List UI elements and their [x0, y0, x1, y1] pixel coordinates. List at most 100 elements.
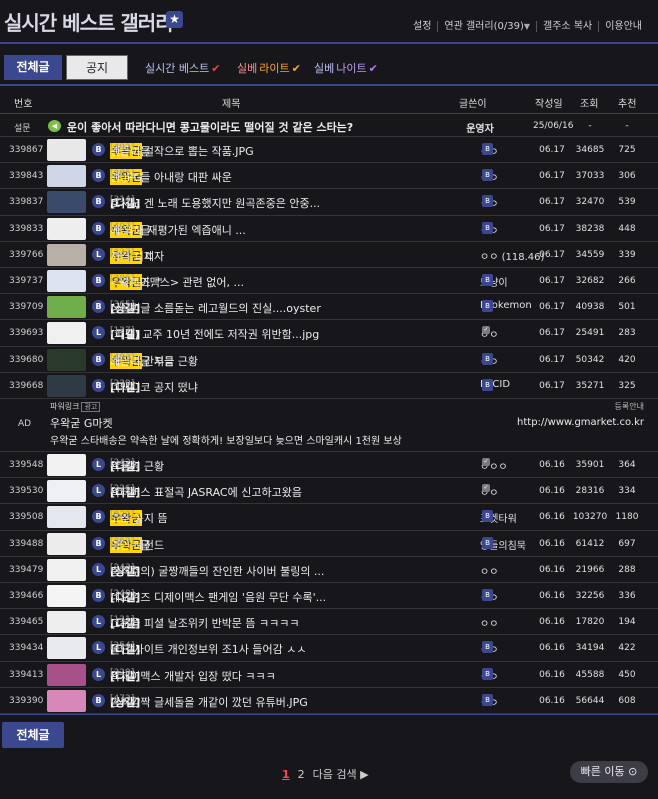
post-type-icon: B [92, 221, 105, 235]
post-thumbnail[interactable] [47, 663, 86, 686]
post-views: 28316 [575, 486, 605, 497]
comment-count[interactable]: [473] [110, 694, 134, 704]
table-row[interactable]: 339530 L [디갤] 왁타버스 표절곡 JASRAC에 신고하고왔음 [226… [0, 478, 658, 505]
table-row[interactable]: 339693 L [디갤] (파묘) 교주 10년 전에도 저작권 위반함...jp… [0, 320, 658, 347]
post-thumbnail[interactable] [47, 689, 86, 712]
post-thumbnail[interactable] [47, 296, 86, 319]
ad-row[interactable]: AD 파워링크 광고 등록안내 우왁굳 G마켓 http://www.gmarke… [0, 397, 658, 452]
filter-best-night[interactable]: 실베 나이트 ✔ [314, 60, 378, 76]
guide-link[interactable]: 이용안내 [598, 21, 648, 32]
comment-count[interactable]: [386] [110, 274, 134, 284]
post-thumbnail[interactable] [47, 139, 86, 161]
table-row[interactable]: 339434 L [디갤] 굴단 사이트 개인정보위 조1사 들어감 ㅅㅅ [254… [0, 635, 658, 662]
post-rec: 450 [618, 669, 636, 680]
writer-badge-icon: B [482, 274, 493, 286]
table-row[interactable]: 339465 L [디갤] 그분들 피셜 날조위키 반박문 뜸 ㅋㅋㅋㅋ [131]… [0, 609, 658, 636]
post-thumbnail[interactable] [47, 322, 86, 345]
comment-count[interactable]: [131] [110, 615, 134, 625]
post-views: 103270 [572, 512, 608, 523]
post-thumbnail[interactable] [47, 480, 86, 503]
comment-count[interactable]: [314] [110, 195, 134, 205]
post-num: 339548 [9, 460, 44, 470]
post-thumbnail[interactable] [47, 348, 86, 371]
post-thumbnail[interactable] [47, 532, 86, 555]
comment-count[interactable]: [237] [110, 248, 134, 258]
comment-count[interactable]: [242] [110, 458, 134, 468]
comment-count[interactable]: [492] [110, 143, 134, 153]
comment-count[interactable]: [127] [110, 326, 134, 336]
col-views: 조회 [580, 99, 599, 110]
post-thumbnail[interactable] [47, 243, 86, 266]
comment-count[interactable]: [367] [110, 537, 134, 547]
table-row[interactable]: 339466 B [디갤] 네오위즈 디제이맥스 팬게임 '음원 무단 수록'...… [0, 583, 658, 610]
post-type-icon: B [92, 300, 105, 314]
table-row[interactable]: 339390 B [상갤] 깜짝깜짝 글세돌을 개같이 깠던 유튜버.JPG [47… [0, 688, 658, 714]
comment-count[interactable]: [285] [110, 169, 134, 179]
post-thumbnail[interactable] [47, 454, 86, 476]
post-thumbnail[interactable] [47, 558, 86, 581]
post-type-icon: L [92, 615, 105, 629]
table-row[interactable]: 339668 B [디갤] 디맥디코 공지 떴냐 [239] LUCID B 06.17 3… [0, 373, 658, 399]
post-views: 34194 [575, 643, 605, 654]
tab-all-posts[interactable]: 전체글 [4, 55, 62, 80]
table-row[interactable]: 339680B[상갤] 싱글벙글 지금 우왁굳 패밀리 간부들 근황 [483]… [0, 347, 658, 373]
table-row[interactable]: 339709 B [상갤] 싱글벙글 소름돋는 레고월드의 진실....oyster… [0, 294, 658, 321]
post-date: 06.17 [539, 380, 565, 391]
table-row[interactable]: 339479 L [상갤] 충격주의) 굴짱깨들의 잔인한 사이버 불링의 ... … [0, 557, 658, 583]
check-icon: ✔ [291, 61, 301, 75]
table-row[interactable]: 339837 B [디갤] 호시노 겐 노래 도용했지만 원곡존중은 안중... [… [0, 189, 658, 216]
writer-badge-icon: B [482, 352, 493, 365]
all-posts-button[interactable]: 전체글 [2, 722, 64, 748]
post-date: 06.17 [539, 249, 565, 260]
comment-count[interactable]: [365] [110, 300, 134, 310]
comment-count[interactable]: [239] [110, 379, 134, 389]
post-type-icon: B [92, 510, 105, 524]
post-thumbnail[interactable] [47, 191, 86, 214]
next-search-link[interactable]: 다음 검색 ▶ [313, 766, 369, 782]
ad-url[interactable]: http://www.gmarket.co.kr [517, 417, 644, 428]
table-row[interactable]: 339766L[치갤] 케인 어제자 우왁굳 저격 ㄷㄷ [237]ㅇㅇ (11… [0, 242, 658, 268]
post-thumbnail[interactable] [47, 585, 86, 607]
table-row[interactable]: 339508B[디갤] 우왁굳 고소 공지 뜸 [829]포켓타워B06.161… [0, 504, 658, 531]
post-thumbnail[interactable] [47, 217, 86, 240]
related-gallery-link[interactable]: 연관 갤러리(0/39)▼ [437, 21, 536, 32]
notice-title[interactable]: 운이 좋아서 따라다니면 콩고물이라도 떨어질 것 같은 스타는? [67, 119, 353, 135]
tab-notice[interactable]: 공지 [66, 55, 128, 80]
table-row[interactable]: 339867B[상갤] 와들와들 우왁굳팬들이 걸작으로 뽑는 작품.JPG [… [0, 137, 658, 164]
table-row[interactable]: 339548 L [디갤] 왁물원 근황 [242] ㅇㅇㅇ ✓ 06.16 35901 36… [0, 452, 658, 479]
comment-count[interactable]: [483] [110, 353, 134, 363]
ad-info-link[interactable]: 등록안내 [615, 401, 644, 412]
page-title[interactable]: 실시간 베스트 갤러리 [4, 7, 174, 36]
page-2[interactable]: 2 [298, 768, 305, 781]
table-row[interactable]: 339413L[디갤] 왁제이맥스 개발자 입장 떴다 ㅋㅋㅋ [329]ㅇㅇB… [0, 662, 658, 688]
comment-count[interactable]: [329] [110, 668, 134, 678]
page-1[interactable]: 1 [282, 768, 290, 781]
comment-count[interactable]: [226] [110, 484, 134, 494]
post-views: 21966 [575, 564, 605, 575]
quick-move-button[interactable]: 빠른 이동 ⊙ [570, 761, 648, 783]
post-thumbnail[interactable] [47, 374, 86, 397]
ad-headline[interactable]: 우왁굳 G마켓 [50, 415, 113, 431]
copy-address-link[interactable]: 갤주소 복사 [536, 21, 598, 32]
post-thumbnail[interactable] [47, 611, 86, 634]
table-row[interactable]: 339833B[상갤] 싱글벙글 우왁굳에 의해 재평가된 엑즙애니 ... [… [0, 216, 658, 242]
post-thumbnail[interactable] [47, 165, 86, 188]
col-rec: 추천 [618, 99, 637, 110]
table-row[interactable]: 339737B[디갤] 네오위즈, "우왁굳 <왁제이맥스> 관련 없어, ..… [0, 268, 658, 295]
comment-count[interactable]: [829] [110, 510, 134, 520]
post-date: 06.17 [539, 197, 565, 208]
comment-count[interactable]: [254] [110, 641, 134, 651]
table-row[interactable]: 339488B[상갤] 싱글벙글 우왁굳 명언 레전드 [367]양들의침묵B0… [0, 531, 658, 557]
notice-row[interactable]: 설문 ◀ 운이 좋아서 따라다니면 콩고물이라도 떨어질 것 같은 스타는? 운… [0, 115, 658, 137]
star-icon[interactable]: ★ [166, 11, 183, 28]
comment-count[interactable]: [240] [110, 589, 134, 599]
comment-count[interactable]: [243] [110, 563, 134, 573]
post-thumbnail[interactable] [47, 270, 86, 292]
post-thumbnail[interactable] [47, 506, 86, 529]
settings-link[interactable]: 설정 [407, 21, 437, 32]
filter-best-light[interactable]: 실베 라이트 ✔ [237, 60, 301, 76]
table-row[interactable]: 339843B[상갤] 와들와들 아내랑 대판 싸운 우왁굳팬.JPG [285… [0, 163, 658, 190]
filter-realtime-best[interactable]: 실시간 베스트 ✔ [145, 60, 220, 76]
post-thumbnail[interactable] [47, 637, 86, 660]
comment-count[interactable]: [497] [110, 222, 134, 232]
